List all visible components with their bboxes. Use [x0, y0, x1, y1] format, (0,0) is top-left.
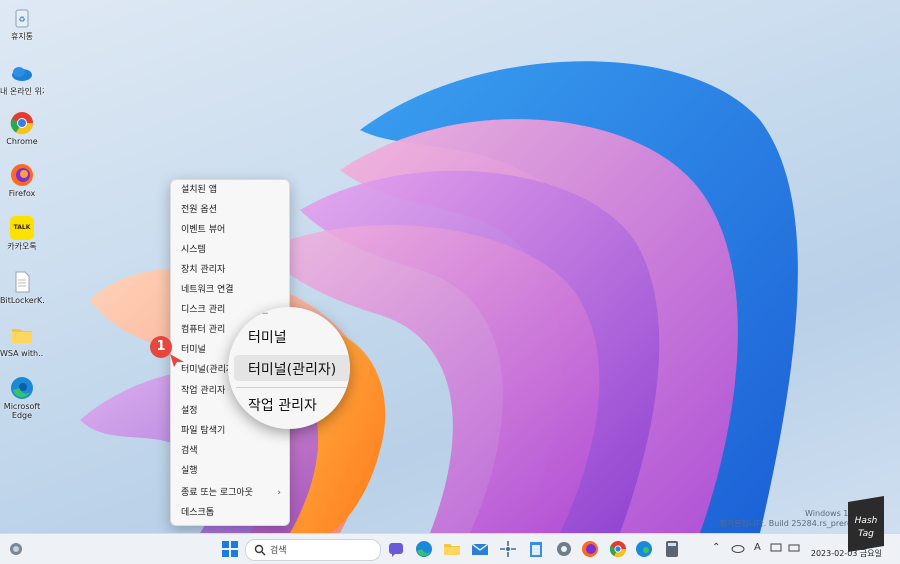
teams-chat-icon[interactable]: [386, 539, 406, 559]
settings-gear-icon[interactable]: [554, 539, 574, 559]
taskbar-search[interactable]: 검색: [245, 539, 381, 561]
snipping-tool-icon[interactable]: [498, 539, 518, 559]
firefox-icon: [10, 163, 34, 187]
menu-item-computer-management[interactable]: 컴퓨터 관리: [181, 323, 225, 337]
taskbar: 검색 ⌃ A 오후 2023-02-03 금요일: [0, 533, 900, 564]
menu-item-device-manager[interactable]: 장치 관리자: [181, 263, 225, 277]
menu-item-shutdown-signout[interactable]: 종료 또는 로그아웃 ›: [181, 486, 281, 500]
firefox-icon[interactable]: [580, 539, 600, 559]
network-icon[interactable]: [788, 542, 800, 554]
hashtag-line1: Hash: [855, 516, 878, 526]
search-placeholder: 검색: [270, 546, 287, 556]
magnifier-callout: ㅣ ㄴ 터미널 터미널(관리자) 작업 관리자: [228, 307, 350, 429]
ime-indicator[interactable]: A: [754, 542, 761, 553]
desktop-icon-chrome[interactable]: Chrome: [0, 111, 44, 146]
menu-item-run[interactable]: 실행: [181, 464, 198, 478]
hashtag-logo: Hash Tag: [848, 496, 884, 552]
menu-item-search[interactable]: 검색: [181, 444, 198, 458]
desktop-icon-folder[interactable]: WSA with...: [0, 323, 44, 358]
chevron-up-icon[interactable]: ⌃: [712, 542, 720, 553]
file-icon: [10, 270, 34, 294]
mail-icon[interactable]: [470, 539, 490, 559]
menu-item-event-viewer[interactable]: 이벤트 뷰어: [181, 223, 225, 237]
desktop-icon-edge[interactable]: Microsoft Edge: [0, 376, 44, 420]
desktop-icon-kakaotalk[interactable]: TALK 카카오톡: [0, 216, 44, 251]
desktop-icon-firefox[interactable]: Firefox: [0, 163, 44, 198]
desktop-icon-label: 휴지통: [10, 32, 34, 41]
start-icon[interactable]: [220, 539, 240, 559]
kakaotalk-badge-text: TALK: [13, 224, 31, 231]
menu-item-task-manager[interactable]: 작업 관리자: [181, 384, 225, 398]
onedrive-icon: [10, 61, 34, 85]
desktop-icon-label: Firefox: [8, 189, 36, 198]
widgets-icon[interactable]: [6, 539, 26, 559]
desktop-icon-label: Chrome: [6, 137, 38, 146]
menu-item-label: 종료 또는 로그아웃: [181, 488, 253, 498]
zoom-item-terminal-admin: 터미널(관리자): [248, 362, 337, 378]
chrome-icon: [10, 111, 34, 135]
zoom-divider: [236, 387, 346, 388]
desktop-icon-file[interactable]: BitLockerK...: [0, 270, 44, 305]
zoom-fragment: ㅣ ㄴ: [248, 307, 270, 318]
monitor-icon[interactable]: [770, 542, 782, 554]
kakaotalk-icon: TALK: [10, 216, 34, 240]
edge-icon[interactable]: [414, 539, 434, 559]
desktop-icon-onedrive[interactable]: 내 온라인 위치: [0, 61, 44, 96]
desktop-icon-label: BitLockerK...: [0, 296, 44, 305]
menu-item-network[interactable]: 네트워크 연결: [181, 283, 234, 297]
onedrive-tray-icon[interactable]: [731, 543, 745, 553]
folder-icon: [10, 323, 34, 347]
menu-item-installed-apps[interactable]: 설치된 앱: [181, 183, 217, 197]
menu-item-desktop[interactable]: 데스크톱: [181, 506, 214, 520]
edge-icon: [10, 376, 34, 400]
desktop-icon-label: 내 온라인 위치: [0, 87, 44, 96]
desktop-icon-recycle-bin[interactable]: ♻ 휴지통: [0, 6, 44, 41]
edge-dev-icon[interactable]: [634, 539, 654, 559]
pointer-arrow-icon: [170, 354, 184, 367]
zoom-item-task-manager: 작업 관리자: [248, 398, 317, 414]
file-explorer-icon[interactable]: [442, 539, 462, 559]
menu-item-system[interactable]: 시스템: [181, 243, 206, 257]
menu-item-settings[interactable]: 설정: [181, 404, 198, 418]
desktop-icon-label: WSA with...: [0, 349, 44, 358]
hashtag-line2: Tag: [858, 529, 874, 539]
notepad-icon[interactable]: [526, 539, 546, 559]
menu-item-disk-management[interactable]: 디스크 관리: [181, 303, 225, 317]
chrome-icon[interactable]: [608, 539, 628, 559]
menu-item-power-options[interactable]: 전원 옵션: [181, 203, 217, 217]
recycle-bin-icon: ♻: [10, 6, 34, 30]
chevron-right-icon: ›: [277, 488, 281, 498]
zoom-item-terminal: 터미널: [248, 330, 287, 346]
wallpaper-bloom: [80, 61, 798, 533]
search-icon: [254, 544, 266, 556]
desktop-icon-label: Microsoft Edge: [3, 402, 41, 420]
menu-item-file-explorer[interactable]: 파일 탐색기: [181, 424, 225, 438]
svg-text:♻: ♻: [18, 15, 25, 24]
desktop: ♻ 휴지통 내 온라인 위치 Chrome Firefox TALK 카카오톡 …: [0, 0, 900, 533]
desktop-icon-label: 카카오톡: [7, 242, 37, 251]
calculator-icon[interactable]: [662, 539, 682, 559]
